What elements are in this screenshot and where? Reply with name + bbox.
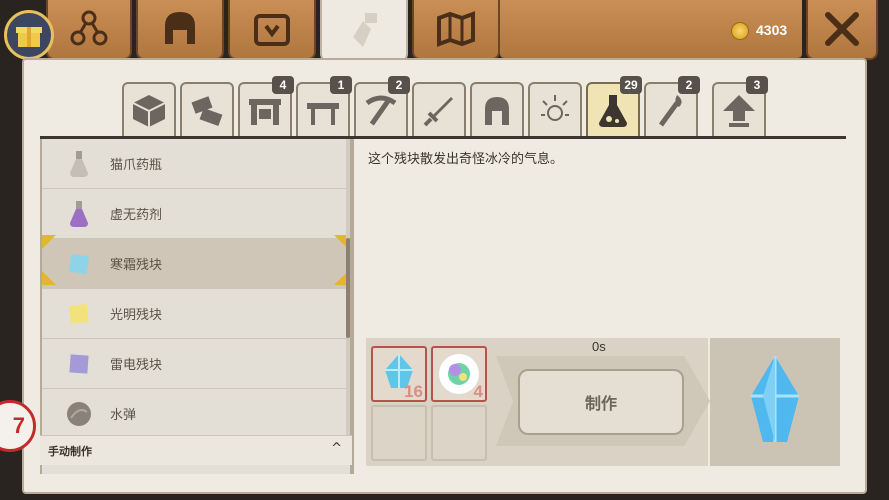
coin-amount: 4303 (756, 22, 788, 38)
category-tab-armor[interactable] (470, 82, 524, 138)
magic-sparkle-icon (541, 95, 569, 121)
potion-icon (599, 95, 627, 127)
pickaxe-icon (365, 95, 397, 126)
recipe-label: 光明残块 (110, 308, 163, 323)
craft-time: 0s (592, 339, 606, 354)
cat-paw-potion-icon (62, 147, 96, 181)
water-bomb-icon (62, 397, 96, 431)
manual-craft-footer[interactable]: 手动制作 ^ (40, 435, 352, 465)
skill-tree-icon (70, 10, 108, 46)
list-scrollbar-thumb[interactable] (346, 238, 350, 338)
furniture-icon (249, 99, 281, 125)
list-item-selected[interactable]: 寒霜残块 (42, 239, 350, 289)
craft-button[interactable]: 制作 (518, 369, 684, 435)
frost-crystal-icon (751, 356, 799, 442)
frost-fragment-icon (62, 247, 96, 281)
category-badge: 2 (388, 76, 410, 94)
helmet-icon (165, 12, 195, 44)
category-badge: 4 (272, 76, 294, 94)
upgrade-arrow-icon (723, 95, 755, 127)
recipe-label: 猫爪药瓶 (110, 158, 163, 173)
recipe-list: 猫爪药瓶 虚无药剂 寒霜残块 光明残块 雷电残块 水弹 (40, 139, 352, 474)
gift-button[interactable] (4, 10, 54, 60)
table-icon (307, 103, 339, 125)
empty-ingredient-slot (431, 405, 487, 461)
category-tab-blocks[interactable] (122, 82, 176, 138)
close-icon (825, 12, 859, 46)
empty-ingredient-slot (371, 405, 427, 461)
category-tab-materials[interactable] (180, 82, 234, 138)
gift-icon (16, 27, 42, 47)
list-item[interactable]: 虚无药剂 (42, 189, 350, 239)
ingredient-slot[interactable]: 4 (431, 346, 487, 402)
category-tab-tools[interactable]: 2 (354, 76, 410, 138)
chevron-up-icon[interactable]: ^ (331, 441, 342, 456)
crafting-icon (353, 13, 377, 47)
category-badge: 29 (620, 76, 642, 94)
void-potion-icon (62, 197, 96, 231)
torch-icon (658, 95, 682, 127)
equipment-tab[interactable] (136, 0, 224, 60)
list-item[interactable]: 雷电残块 (42, 339, 350, 389)
thunder-fragment-icon (62, 347, 96, 381)
ingredient-slot[interactable]: 16 (371, 346, 427, 402)
category-tab-magic[interactable] (528, 82, 582, 138)
crafting-tab[interactable] (320, 0, 408, 62)
category-tab-tables[interactable]: 1 (296, 76, 352, 138)
top-bar: 4303 (0, 0, 889, 62)
light-fragment-icon (62, 297, 96, 331)
ingredient-count: 4 (473, 382, 483, 401)
category-badge: 3 (746, 76, 768, 94)
list-item[interactable]: 水弹 (42, 389, 350, 439)
category-tab-torches[interactable]: 2 (644, 76, 700, 138)
ingredient-count: 16 (404, 382, 423, 401)
list-item[interactable]: 光明残块 (42, 289, 350, 339)
armor-icon (485, 97, 509, 125)
close-button[interactable] (806, 0, 878, 60)
category-badge: 1 (330, 76, 352, 94)
materials-icon (191, 96, 223, 127)
category-badge: 2 (678, 76, 700, 94)
block-icon (132, 95, 166, 127)
recipe-label: 水弹 (110, 408, 137, 423)
category-tab-potions[interactable]: 29 (586, 76, 642, 138)
inventory-tab[interactable] (228, 0, 316, 60)
map-icon (437, 11, 475, 47)
bag-icon (254, 14, 290, 46)
recipe-label: 虚无药剂 (110, 208, 163, 223)
list-item[interactable]: 猫爪药瓶 (42, 139, 350, 189)
category-tab-furniture[interactable]: 4 (238, 76, 294, 138)
manual-craft-label: 手动制作 (48, 445, 92, 458)
result-slot (710, 338, 840, 466)
category-tab-upgrades[interactable]: 3 (712, 76, 768, 138)
recipe-label: 雷电残块 (110, 358, 163, 373)
recipe-label: 寒霜残块 (110, 258, 163, 273)
category-tab-weapons[interactable] (412, 82, 466, 138)
map-tab[interactable] (412, 0, 500, 60)
sword-icon (423, 97, 453, 127)
coin-icon (731, 22, 749, 40)
skill-tree-tab[interactable] (46, 0, 132, 60)
item-description: 这个残块散发出奇怪冰冷的气息。 (368, 152, 564, 167)
